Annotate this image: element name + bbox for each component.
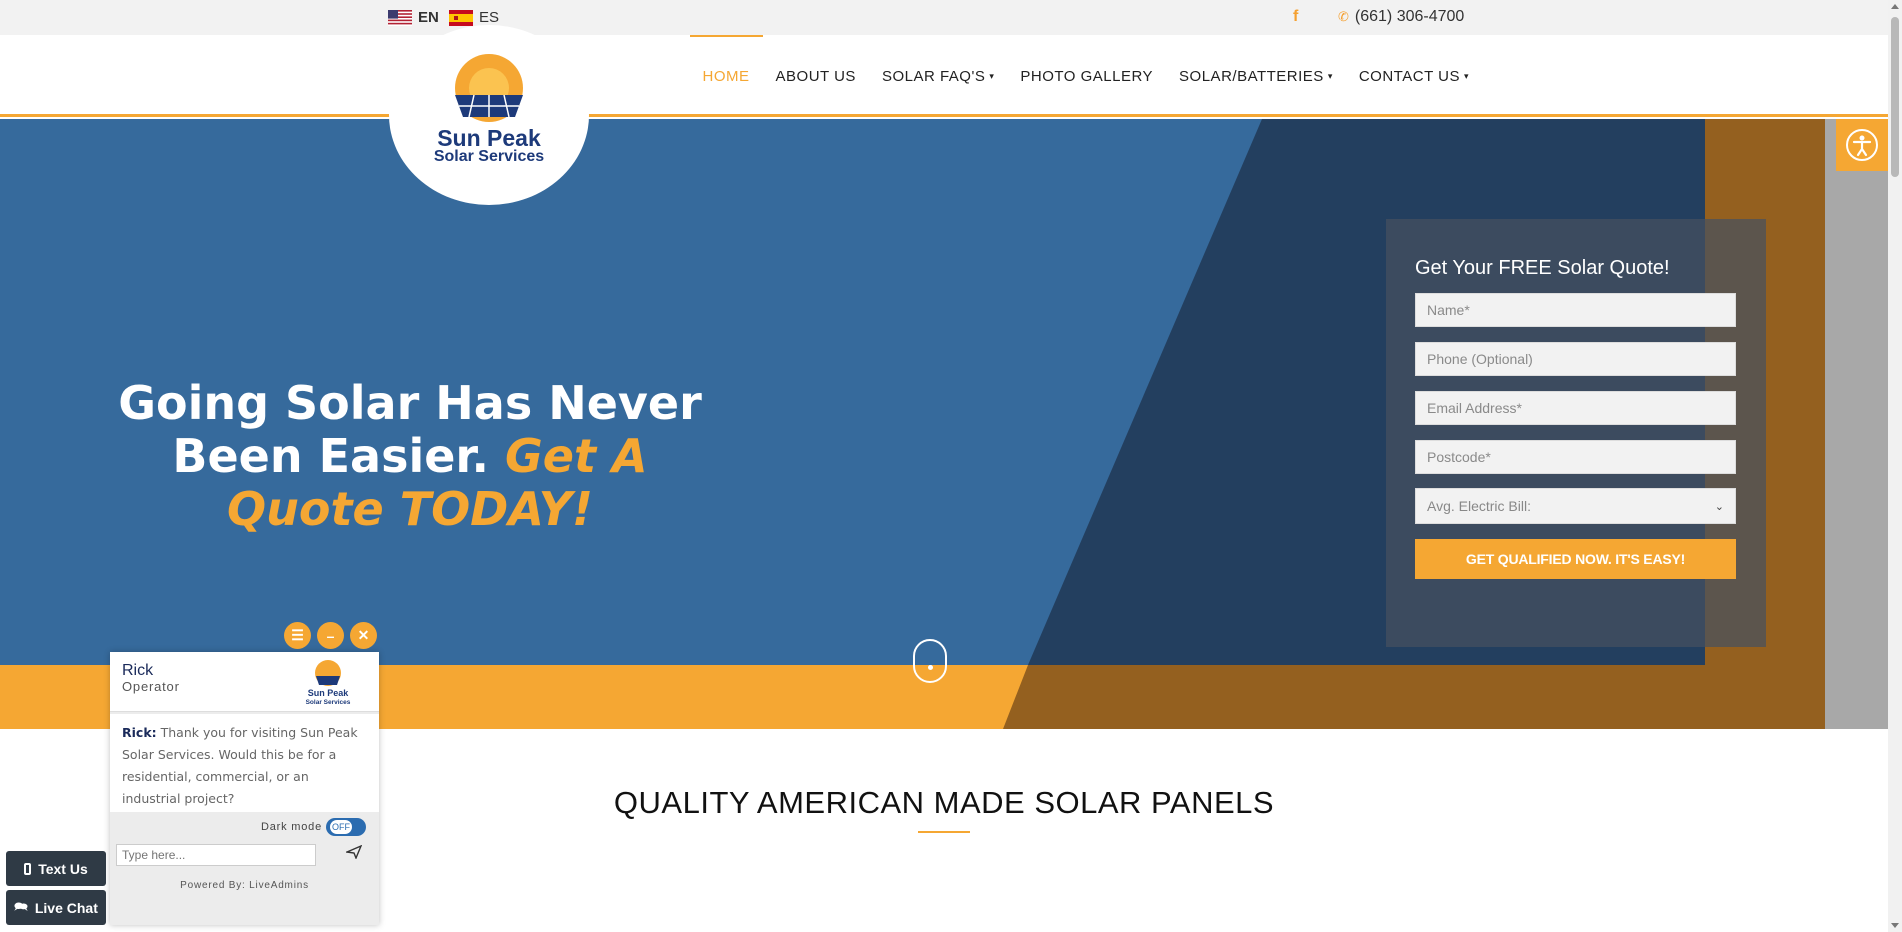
chevron-down-icon: ▾ — [1463, 70, 1469, 81]
quote-form-title: Get Your FREE Solar Quote! — [1415, 257, 1670, 279]
chat-header: Rick Operator Sun Peak Solar Services — [110, 652, 379, 712]
operator-name: Rick — [122, 662, 154, 679]
nav-solar-batteries[interactable]: SOLAR/BATTERIES ▾ — [1166, 35, 1346, 117]
text-us-button[interactable]: Text Us — [6, 851, 106, 886]
chevron-down-icon: ⌄ — [1714, 500, 1724, 513]
site-logo[interactable]: Sun Peak Solar Services — [389, 25, 589, 205]
message-author: Rick: — [122, 725, 157, 740]
phone-icon: ✆ — [1338, 9, 1349, 24]
electric-bill-select[interactable]: Avg. Electric Bill: ⌄ — [1415, 488, 1736, 524]
hero-headline: Going Solar Has Never Been Easier. Get A… — [118, 376, 702, 536]
operator-role: Operator — [122, 679, 180, 694]
chat-bubble-icon: 🗪 — [14, 901, 28, 913]
chat-logo-line-2: Solar Services — [306, 699, 351, 706]
chat-controls: ☰ – ✕ — [284, 622, 377, 649]
chat-logo-line-1: Sun Peak — [308, 688, 350, 698]
main-header: HOME ABOUT US SOLAR FAQ'S ▾ PHOTO GALLERY… — [0, 35, 1888, 117]
nav-solar-faqs[interactable]: SOLAR FAQ'S ▾ — [869, 35, 1007, 117]
quote-form: Get Your FREE Solar Quote! Avg. Electric… — [1386, 219, 1766, 647]
send-icon[interactable] — [344, 844, 363, 862]
live-chat-widget: Rick Operator Sun Peak Solar Services Ri… — [110, 652, 379, 925]
logo-line-2: Solar Services — [433, 148, 545, 165]
chevron-down-icon: ▾ — [989, 70, 995, 81]
email-field[interactable] — [1415, 391, 1736, 425]
scroll-down-indicator[interactable] — [913, 639, 947, 683]
top-bar: EN ES f ✆ (661) 306-4700 — [0, 0, 1902, 35]
chat-message: Rick: Thank you for visiting Sun Peak So… — [110, 714, 379, 812]
facebook-icon[interactable]: f — [1293, 8, 1298, 26]
chat-input[interactable] — [116, 844, 316, 866]
chevron-down-icon: ▾ — [1327, 70, 1333, 81]
message-text: Thank you for visiting Sun Peak Solar Se… — [122, 725, 358, 806]
nav-photo-gallery[interactable]: PHOTO GALLERY — [1007, 35, 1166, 117]
accessibility-button[interactable] — [1836, 119, 1888, 171]
language-en-label: EN — [418, 9, 439, 26]
dark-mode-label: Dark mode — [261, 821, 322, 833]
minimize-icon[interactable]: – — [317, 622, 344, 649]
nav-about-us[interactable]: ABOUT US — [763, 35, 869, 117]
language-es-label: ES — [479, 9, 500, 26]
es-flag-icon — [449, 9, 473, 26]
nav-home[interactable]: HOME — [689, 35, 763, 117]
chat-logo-icon: Sun Peak Solar Services — [306, 660, 351, 706]
get-qualified-button[interactable]: GET QUALIFIED NOW. IT'S EASY! — [1415, 539, 1736, 579]
language-es[interactable]: ES — [449, 9, 499, 26]
language-en[interactable]: EN — [388, 9, 439, 26]
main-nav: HOME ABOUT US SOLAR FAQ'S ▾ PHOTO GALLERY… — [689, 35, 1482, 117]
powered-by: Powered By: LiveAdmins — [180, 880, 309, 891]
sun-logo-icon — [455, 54, 523, 122]
phone-field[interactable] — [1415, 342, 1736, 376]
phone-number: (661) 306-4700 — [1354, 8, 1465, 25]
name-field[interactable] — [1415, 293, 1736, 327]
close-icon[interactable]: ✕ — [350, 622, 377, 649]
live-chat-button[interactable]: 🗪 Live Chat — [6, 890, 106, 925]
section-divider — [918, 831, 970, 833]
accessibility-icon — [1846, 129, 1878, 161]
phone-link[interactable]: ✆ (661) 306-4700 — [1338, 8, 1464, 26]
us-flag-icon — [388, 9, 412, 26]
postcode-field[interactable] — [1415, 440, 1736, 474]
nav-contact-us[interactable]: CONTACT US ▾ — [1346, 35, 1482, 117]
page-scrollbar[interactable] — [1888, 0, 1902, 932]
mobile-phone-icon — [24, 862, 32, 875]
menu-icon[interactable]: ☰ — [284, 622, 311, 649]
dark-mode-toggle[interactable]: OFF — [326, 818, 366, 836]
